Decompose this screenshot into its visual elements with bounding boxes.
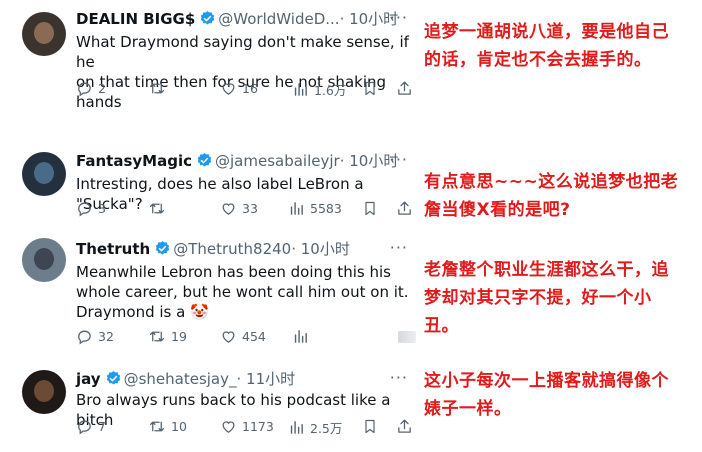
reply-button[interactable]: 7 (76, 418, 106, 435)
reply-button[interactable]: 3 (76, 200, 106, 217)
bookmark-button[interactable] (362, 200, 378, 217)
reply-icon (76, 328, 93, 345)
like-icon (220, 200, 237, 217)
tweet-actions: 2 16 1.6万 (76, 80, 416, 98)
tweet-actions: 3 33 5583 (76, 200, 416, 218)
like-button[interactable]: 33 (220, 200, 258, 217)
views-count: 2.5万 (310, 421, 343, 436)
retweet-icon (148, 200, 166, 217)
like-button[interactable]: 16 (220, 80, 258, 97)
views-count: 5583 (310, 201, 342, 216)
reply-count: 32 (98, 329, 114, 344)
share-button[interactable] (396, 80, 413, 97)
share-icon (396, 418, 413, 435)
views-icon (288, 419, 305, 436)
share-icon (396, 80, 413, 97)
reply-icon (76, 418, 93, 435)
like-count: 1173 (242, 419, 274, 434)
views-count: 1.6万 (314, 83, 347, 98)
more-icon[interactable]: ··· (390, 368, 408, 387)
reply-icon (76, 200, 93, 217)
tweet-header: Thetruth @Thetruth8240· 10小时 (76, 240, 350, 261)
display-name[interactable]: Thetruth (76, 240, 150, 258)
avatar[interactable] (22, 370, 66, 414)
share-icon (396, 200, 413, 217)
retweet-count: 19 (171, 329, 187, 344)
verified-badge-icon (105, 370, 122, 391)
tweet-actions: 32 19 454 (76, 328, 416, 346)
share-button[interactable] (396, 200, 413, 217)
views-button[interactable]: 2.5万 (288, 418, 342, 437)
tweet-header: FantasyMagic @jamesabaileyjr· 10小时 (76, 152, 398, 173)
reply-count: 7 (98, 419, 106, 434)
views-button[interactable]: 5583 (288, 200, 342, 217)
bookmark-icon (362, 80, 378, 97)
annotation-note: 老詹整个职业生涯都这么干，追 梦却对其只字不提，好一个小 丑。 (424, 260, 669, 336)
retweet-icon (148, 80, 166, 97)
verified-badge-icon (199, 10, 216, 31)
retweet-icon (148, 418, 166, 435)
more-icon[interactable]: ··· (390, 150, 408, 169)
like-button[interactable]: 1173 (220, 418, 274, 435)
avatar[interactable] (22, 12, 66, 56)
tweet-card[interactable]: DEALIN BIGG$ @WorldWideD...· 10小时 ··· Wha… (0, 0, 418, 111)
reply-count: 3 (98, 201, 106, 216)
views-icon (292, 81, 309, 98)
tweet-time[interactable]: · 11小时 (237, 370, 296, 388)
more-icon[interactable]: ··· (390, 8, 408, 27)
retweet-button[interactable] (148, 80, 171, 97)
display-name[interactable]: jay (76, 370, 101, 388)
avatar[interactable] (22, 152, 66, 196)
like-icon (220, 328, 237, 345)
views-button[interactable] (292, 328, 314, 345)
reply-count: 2 (98, 81, 106, 96)
user-handle[interactable]: @jamesabaileyjr (215, 152, 340, 170)
like-count: 33 (242, 201, 258, 216)
like-icon (220, 80, 237, 97)
user-handle[interactable]: @WorldWideD... (218, 10, 339, 28)
annotation-note: 这小子每次一上播客就搞得像个 婊子一样。 (424, 371, 669, 419)
like-icon (220, 418, 237, 435)
retweet-button[interactable] (148, 200, 171, 217)
display-name[interactable]: DEALIN BIGG$ (76, 10, 195, 28)
like-count: 454 (242, 329, 266, 344)
bookmark-button[interactable] (362, 80, 378, 97)
annotation-note: 有点意思~~~这么说追梦也把老 詹当傻X看的是吧? (424, 172, 679, 220)
user-handle[interactable]: @shehatesjay_ (124, 370, 237, 388)
tweet-text: Meanwhile Lebron has been doing this his… (76, 263, 409, 321)
tweet-header: jay @shehatesjay_· 11小时 (76, 370, 295, 391)
tweet-card[interactable]: FantasyMagic @jamesabaileyjr· 10小时 ··· In… (0, 140, 418, 225)
views-button[interactable]: 1.6万 (292, 80, 346, 99)
retweet-button[interactable]: 10 (148, 418, 187, 435)
bookmark-icon (362, 200, 378, 217)
tweet-time[interactable]: · 10小时 (291, 240, 350, 258)
retweet-button[interactable]: 19 (148, 328, 187, 345)
tweet-text: What Draymond saying don't make sense, i… (76, 33, 409, 111)
views-icon (288, 200, 305, 217)
bookmark-button[interactable] (362, 418, 378, 435)
tweet-card[interactable]: jay @shehatesjay_· 11小时 ··· Bro always ru… (0, 360, 418, 452)
more-icon[interactable]: ··· (390, 238, 408, 257)
avatar[interactable] (22, 238, 66, 282)
bookmark-icon (362, 418, 378, 435)
blurred-region (398, 331, 416, 343)
like-count: 16 (242, 81, 258, 96)
verified-badge-icon (196, 152, 213, 173)
reply-icon (76, 80, 93, 97)
tweet-header: DEALIN BIGG$ @WorldWideD...· 10小时 (76, 10, 398, 31)
retweet-icon (148, 328, 166, 345)
verified-badge-icon (154, 240, 171, 261)
display-name[interactable]: FantasyMagic (76, 152, 192, 170)
tweet-actions: 7 10 1173 2.5万 (76, 418, 416, 436)
retweet-count: 10 (171, 419, 187, 434)
views-icon (292, 328, 309, 345)
tweet-card[interactable]: Thetruth @Thetruth8240· 10小时 ··· Meanwhil… (0, 228, 418, 353)
share-button[interactable] (396, 418, 413, 435)
user-handle[interactable]: @Thetruth8240 (173, 240, 291, 258)
annotation-note: 追梦一通胡说八道，要是他自己 的话，肯定也不会去握手的。 (424, 22, 669, 70)
reply-button[interactable]: 2 (76, 80, 106, 97)
like-button[interactable]: 454 (220, 328, 266, 345)
reply-button[interactable]: 32 (76, 328, 114, 345)
